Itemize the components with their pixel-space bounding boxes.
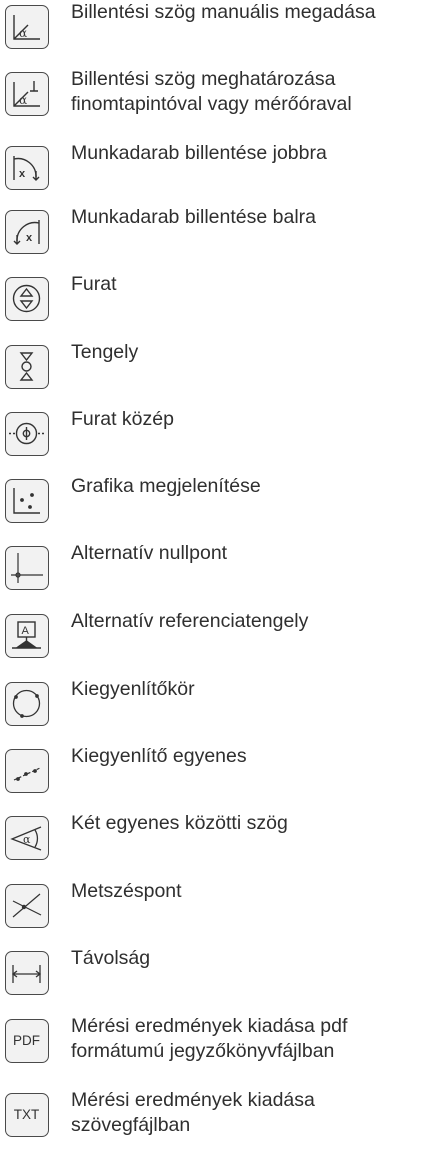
intersection-icon (5, 884, 49, 928)
legend-text-line: Furat közép (71, 408, 174, 430)
legend-text: Alternatív referenciatengely (71, 609, 439, 634)
bore-center-icon (5, 412, 49, 456)
legend-text: Furat közép (71, 407, 439, 432)
legend-text-line: Grafika megjelenítése (71, 475, 261, 497)
legend-text: Két egyenes közötti szög (71, 811, 439, 836)
legend-text: Metszéspont (71, 879, 439, 904)
legend-text: Kiegyenlítőkör (71, 677, 439, 702)
legend-text: Kiegyenlítő egyenes (71, 744, 439, 769)
legend-text-line: Mérési eredmények kiadása pdf (71, 1015, 348, 1037)
svg-text:α: α (23, 833, 31, 846)
legend-text-line: Kiegyenlítőkör (71, 678, 195, 700)
txt-badge-label: TXT (13, 1107, 40, 1122)
legend-text-line: Billentési szög meghatározása (71, 68, 336, 90)
legend-text-line: Munkadarab billentése balra (71, 206, 316, 228)
legend-text-line: Alternatív nullpont (71, 542, 228, 564)
alternative-reference-axis-icon: A (5, 614, 49, 658)
pdf-icon: PDF (5, 1019, 49, 1063)
tilt-angle-manual-icon: α (5, 5, 49, 49)
legend-text-line: Távolság (71, 947, 151, 969)
svg-text:A: A (22, 625, 30, 637)
shaft-icon (5, 345, 49, 389)
legend-text: Mérési eredmények kiadása szövegfájlban (71, 1088, 439, 1138)
tilt-angle-probe-icon: α (5, 72, 49, 116)
tilt-right-icon: x (5, 146, 49, 190)
legend-text: Munkadarab billentése balra (71, 205, 439, 230)
txt-icon: TXT (5, 1093, 49, 1137)
legend-text-line: Két egyenes közötti szög (71, 812, 288, 834)
graphic-display-icon (5, 479, 49, 523)
angle-between-lines-icon: α (5, 816, 49, 860)
legend-text-line: Alternatív referenciatengely (71, 610, 309, 632)
legend-text-line: Kiegyenlítő egyenes (71, 745, 247, 767)
alternative-zero-icon (5, 546, 49, 590)
legend-text-line: Munkadarab billentése jobbra (71, 142, 327, 164)
legend-text-line: Billentési szög manuális megadása (71, 1, 376, 23)
svg-text:α: α (19, 26, 27, 40)
legend-text: Alternatív nullpont (71, 541, 439, 566)
legend-text: Távolság (71, 946, 439, 971)
legend-text-line: Tengely (71, 341, 139, 363)
legend-text-line: Metszéspont (71, 880, 182, 902)
legend-text: Billentési szög meghatározása finomtapin… (71, 67, 439, 117)
best-fit-line-icon (5, 749, 49, 793)
legend-text: Grafika megjelenítése (71, 474, 439, 499)
legend-text-line: szövegfájlban (71, 1114, 191, 1136)
legend-text: Mérési eredmények kiadása pdf formátumú … (71, 1014, 439, 1064)
best-fit-circle-icon (5, 682, 49, 726)
legend-text: Munkadarab billentése jobbra (71, 141, 439, 166)
svg-text:x: x (26, 232, 33, 244)
legend-text-line: Mérési eredmények kiadása (71, 1089, 315, 1111)
distance-icon (5, 951, 49, 995)
svg-text:α: α (19, 93, 27, 107)
pdf-badge-label: PDF (13, 1033, 40, 1048)
svg-text:x: x (19, 168, 26, 180)
legend-text-line: formátumú jegyzőkönyvfájlban (71, 1040, 335, 1062)
bore-icon (5, 277, 49, 321)
legend-text: Tengely (71, 340, 439, 365)
legend-text: Billentési szög manuális megadása (71, 0, 439, 25)
legend-text: Furat (71, 272, 439, 297)
legend-text-line: finomtapintóval vagy mérőóraval (71, 93, 352, 115)
legend-text-line: Furat (71, 273, 117, 295)
tilt-left-icon: x (5, 210, 49, 254)
